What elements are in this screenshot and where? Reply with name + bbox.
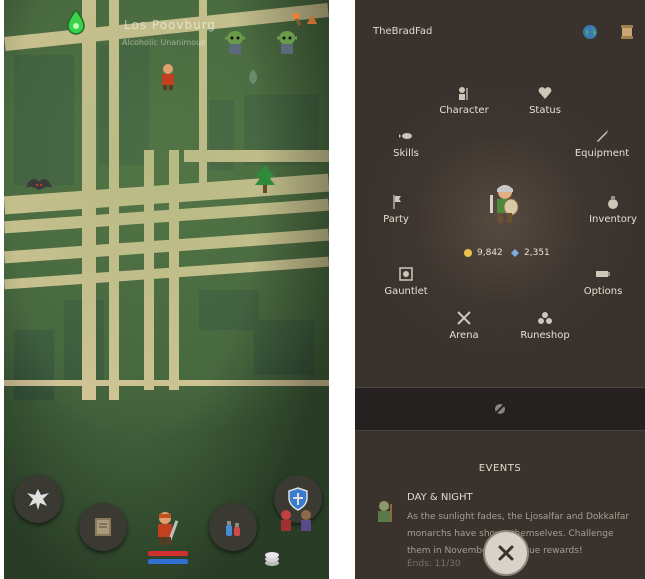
map-screen[interactable]: Los Poovburg Alcoholic Unanimous	[4, 0, 329, 579]
menu-item-skills[interactable]: Skills	[361, 128, 451, 159]
menu-item-label: Skills	[393, 148, 419, 159]
menu-item-gauntlet[interactable]: Gauntlet	[361, 266, 451, 297]
menu-item-label: Runeshop	[520, 330, 570, 341]
menu-item-party[interactable]: Party	[355, 194, 441, 225]
menu-item-status[interactable]: Status	[500, 85, 590, 116]
menu-item-label: Options	[583, 286, 623, 297]
coins-icon[interactable]	[262, 548, 282, 568]
gem-counter: 2,351	[510, 248, 550, 258]
leaf-resource-icon[interactable]	[244, 68, 262, 86]
menu-item-equipment[interactable]: Equipment	[557, 128, 645, 159]
party-banner-icon	[393, 195, 401, 209]
close-icon	[498, 545, 514, 561]
journal-button[interactable]	[79, 503, 127, 551]
potions-icon	[226, 521, 240, 536]
menu-item-label: Gauntlet	[384, 286, 428, 297]
runes-icon	[538, 312, 552, 324]
menu-item-label: Party	[383, 214, 409, 225]
menu-item-label: Inventory	[589, 214, 637, 225]
torch-icon[interactable]	[292, 12, 322, 28]
goblin-enemy-icon[interactable]	[274, 28, 300, 56]
character-icon	[459, 87, 468, 100]
book-icon	[95, 518, 111, 536]
scroll-icon[interactable]	[620, 24, 634, 40]
options-icon	[596, 271, 610, 277]
menu-item-arena[interactable]: Arena	[419, 310, 509, 341]
menu-item-label: Arena	[449, 330, 479, 341]
location-pin-icon[interactable]	[66, 10, 86, 36]
party-members-icon[interactable]	[276, 507, 320, 533]
menu-screen: TheBradFad 9,842 2,351 Character Status …	[355, 0, 645, 579]
crossed-swords-icon	[457, 311, 471, 325]
menu-item-runeshop[interactable]: Runeshop	[500, 310, 590, 341]
event-end-date: Ends: 11/30	[407, 559, 461, 569]
health-bar-track	[148, 551, 188, 556]
event-druid-icon	[378, 501, 392, 522]
potions-button[interactable]	[209, 503, 257, 551]
menu-item-label: Status	[529, 105, 561, 116]
gold-amount: 9,842	[477, 248, 503, 258]
username: TheBradFad	[373, 26, 433, 37]
event-name[interactable]: DAY & NIGHT	[407, 492, 473, 503]
menu-item-label: Equipment	[574, 148, 630, 159]
goblin-enemy-icon[interactable]	[222, 28, 248, 56]
globe-icon[interactable]	[582, 24, 598, 40]
bat-enemy-icon[interactable]	[26, 176, 52, 196]
potion-bag-icon	[608, 196, 618, 209]
disabled-emblem-icon[interactable]	[493, 402, 507, 416]
gold-coin-icon	[464, 249, 472, 257]
close-menu-button[interactable]	[483, 530, 529, 576]
menu-item-character[interactable]: Character	[419, 85, 509, 116]
city-name: Los Poovburg	[124, 18, 217, 32]
events-heading: EVENTS	[478, 463, 522, 474]
skills-icon	[399, 133, 412, 139]
gem-icon	[511, 249, 519, 257]
gem-amount: 2,351	[524, 248, 550, 258]
guild-button[interactable]	[14, 475, 62, 523]
adventurer-npc-icon[interactable]	[156, 63, 180, 91]
health-bar-fill	[148, 551, 188, 556]
gauntlet-icon	[399, 267, 413, 281]
mana-bar-track	[148, 559, 188, 564]
mana-bar-fill	[148, 559, 188, 564]
menu-item-options[interactable]: Options	[558, 266, 645, 297]
player-avatar-icon[interactable]	[150, 510, 180, 548]
gold-counter: 9,842	[463, 248, 503, 258]
sword-icon	[597, 130, 608, 142]
tree-resource-icon[interactable]	[253, 165, 277, 195]
city-subtitle: Alcoholic Unanimous	[122, 38, 206, 47]
quick-action-strip	[355, 387, 645, 431]
menu-item-inventory[interactable]: Inventory	[568, 194, 645, 225]
eagle-emblem-icon	[27, 489, 49, 510]
menu-item-label: Character	[439, 105, 489, 116]
heart-icon	[538, 87, 552, 99]
hero-portrait-icon[interactable]	[485, 183, 525, 227]
